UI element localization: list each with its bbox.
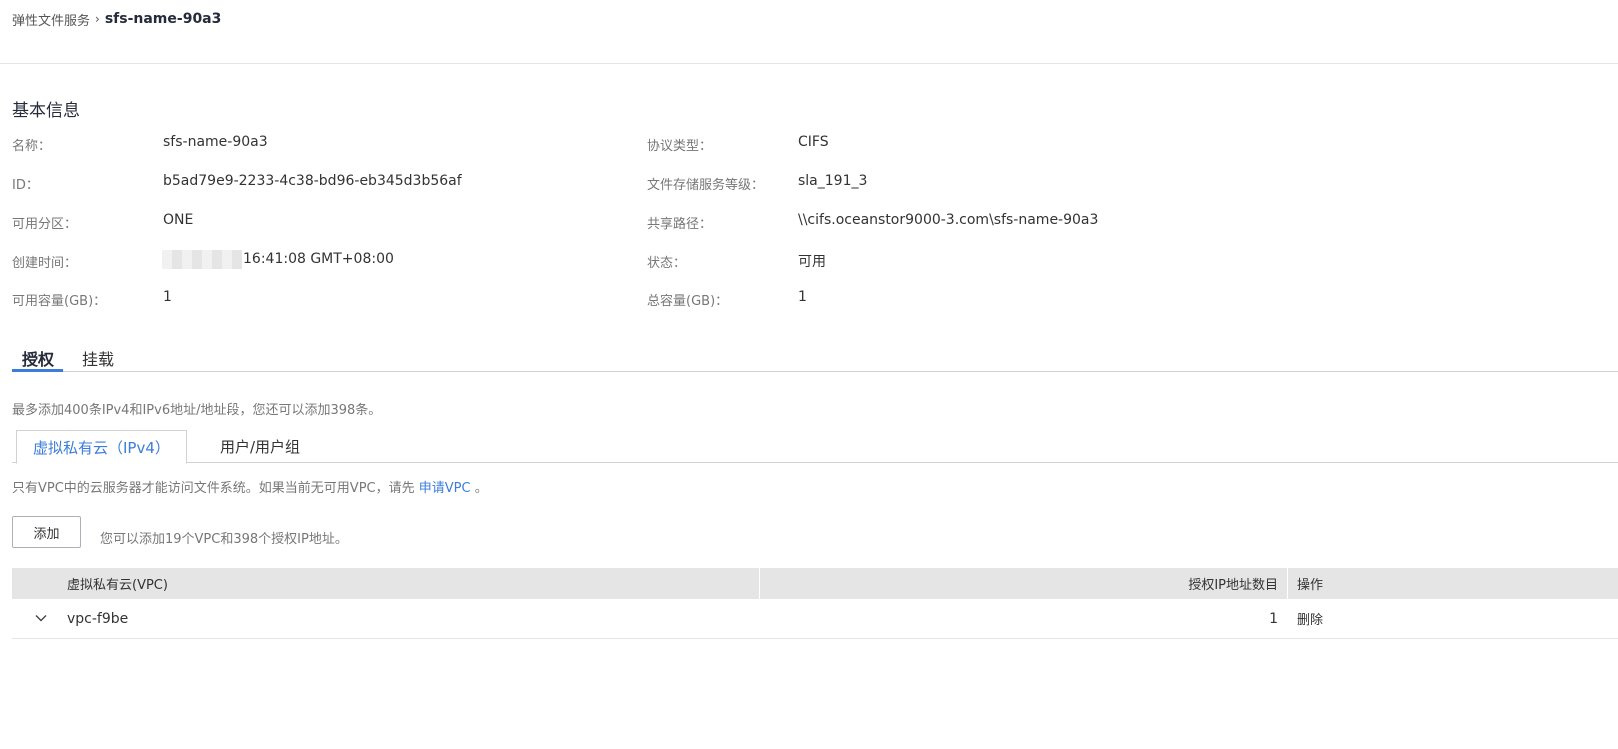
tab-mount[interactable]: 挂载 <box>82 346 114 370</box>
created-time-value: 16:41:08 GMT+08:00 <box>243 251 394 267</box>
vpc-hint: 只有VPC中的云服务器才能访问文件系统。如果当前无可用VPC，请先 申请VPC … <box>12 477 488 496</box>
name-value: sfs-name-90a3 <box>163 134 268 150</box>
share-path-label: 共享路径： <box>647 217 713 232</box>
subtab-user-group[interactable]: 用户/用户组 <box>204 430 316 463</box>
column-actions: 操作 <box>1297 578 1324 593</box>
sla-label: 文件存储服务等级： <box>647 178 765 193</box>
chevron-down-icon[interactable] <box>34 611 48 625</box>
share-path-value: \\cifs.oceanstor9000-3.com\sfs-name-90a3 <box>798 212 1099 228</box>
total-capacity-value: 1 <box>798 289 807 305</box>
vpc-hint-text: 只有VPC中的云服务器才能访问文件系统。如果当前无可用VPC，请先 <box>12 481 415 496</box>
column-divider <box>759 568 760 599</box>
name-label: 名称： <box>12 139 52 154</box>
breadcrumb-separator-icon: › <box>95 12 100 26</box>
apply-vpc-link[interactable]: 申请VPC <box>419 481 471 496</box>
az-label: 可用分区： <box>12 217 78 232</box>
total-capacity-label: 总容量(GB)： <box>647 294 729 309</box>
created-time-label: 创建时间： <box>12 256 78 271</box>
breadcrumb-current: sfs-name-90a3 <box>104 11 222 27</box>
az-value: ONE <box>163 212 194 228</box>
delete-link[interactable]: 删除 <box>1297 599 1323 638</box>
protocol-label: 协议类型： <box>647 139 713 154</box>
column-divider <box>1287 568 1288 599</box>
vpc-hint-suffix: 。 <box>474 481 488 496</box>
status-label: 状态： <box>647 256 687 271</box>
add-hint: 您可以添加19个VPC和398个授权IP地址。 <box>100 532 348 547</box>
column-ip-count: 授权IP地址数目 <box>1188 578 1278 593</box>
column-vpc: 虚拟私有云(VPC) <box>67 578 168 593</box>
id-label: ID： <box>12 178 39 193</box>
tab-authorization[interactable]: 授权 <box>22 346 54 370</box>
auth-subtabs: 虚拟私有云（IPv4） 用户/用户组 <box>12 430 1618 464</box>
sla-value: sla_191_3 <box>798 173 868 189</box>
table-row: vpc-f9be 1 删除 <box>12 599 1618 639</box>
basic-info-title: 基本信息 <box>12 101 80 121</box>
redacted-date-mask <box>162 250 242 269</box>
protocol-value: CIFS <box>798 134 829 150</box>
subtab-vpc-ipv4[interactable]: 虚拟私有云（IPv4） <box>16 430 187 464</box>
table-header: 虚拟私有云(VPC) 授权IP地址数目 操作 <box>12 568 1618 599</box>
vpc-name-cell: vpc-f9be <box>67 610 129 627</box>
breadcrumb-parent-link[interactable]: 弹性文件服务 <box>12 10 90 29</box>
header-divider <box>0 63 1618 64</box>
available-capacity-value: 1 <box>163 289 172 305</box>
id-value: b5ad79e9-2233-4c38-bd96-eb345d3b56af <box>163 173 462 189</box>
breadcrumb: 弹性文件服务 › sfs-name-90a3 <box>12 10 222 29</box>
available-capacity-label: 可用容量(GB)： <box>12 294 107 309</box>
add-button[interactable]: 添加 <box>12 516 81 548</box>
main-tabs: 授权 挂载 <box>12 342 1618 372</box>
status-value: 可用 <box>798 254 826 270</box>
ip-count-cell: 1 <box>1269 610 1278 627</box>
active-tab-indicator <box>12 369 63 372</box>
auth-limit-hint: 最多添加400条IPv4和IPv6地址/地址段，您还可以添加398条。 <box>12 403 382 418</box>
